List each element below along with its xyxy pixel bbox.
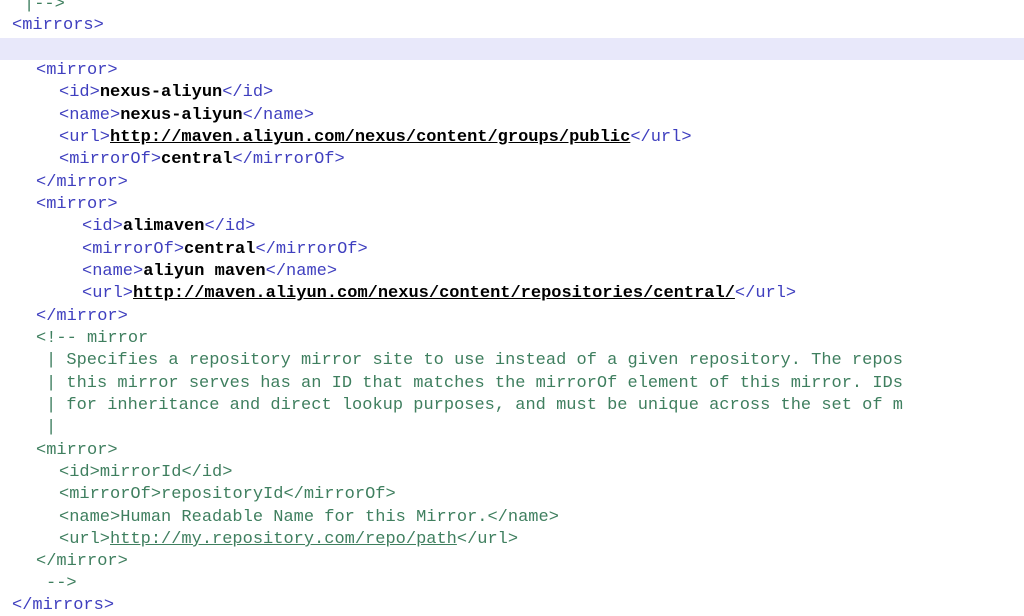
code-line: | Specifies a repository mirror site to … (0, 350, 1024, 372)
xml-tag-open: <url> (82, 284, 134, 303)
comment-text: <mirror> (36, 441, 118, 460)
code-line: | for inheritance and direct lookup purp… (0, 395, 1024, 417)
comment-text: <name> (59, 508, 121, 527)
url-link[interactable]: http://maven.aliyun.com/nexus/content/gr… (110, 128, 630, 147)
code-line: <mirrorOf>central</mirrorOf> (0, 239, 1024, 261)
xml-value: alimaven (122, 217, 205, 236)
xml-tag-close: </url> (734, 284, 797, 303)
xml-tag-open: <mirror> (36, 195, 118, 214)
code-line: <id>mirrorId</id> (0, 462, 1024, 484)
code-line: <mirror> (0, 440, 1024, 462)
xml-value: nexus-aliyun (99, 83, 223, 102)
code-line: <id>alimaven</id> (0, 216, 1024, 238)
code-line: <name>nexus-aliyun</name> (0, 105, 1024, 127)
comment-text: |--> (24, 0, 65, 14)
code-line: <id>nexus-aliyun</id> (0, 82, 1024, 104)
xml-value: aliyun maven (143, 262, 266, 281)
xml-tag-close: </mirror> (36, 173, 128, 192)
xml-tag-close: </name> (265, 262, 338, 281)
code-line: <!-- mirror (0, 328, 1024, 350)
comment-text: Human Readable Name for this Mirror. (120, 508, 488, 527)
comment-text: <mirrorOf> (59, 485, 162, 504)
current-line-highlight[interactable] (0, 38, 1024, 60)
xml-tag-close: </id> (222, 83, 274, 102)
code-line: | this mirror serves has an ID that matc… (0, 373, 1024, 395)
code-line: <mirrorOf>repositoryId</mirrorOf> (0, 484, 1024, 506)
comment-text: </mirrorOf> (283, 485, 396, 504)
code-line: <url>http://maven.aliyun.com/nexus/conte… (0, 127, 1024, 149)
xml-tag-open: <name> (82, 262, 144, 281)
xml-value: central (184, 240, 256, 259)
xml-value: central (161, 150, 233, 169)
code-line: <mirror> (0, 60, 1024, 82)
code-line: </mirror> (0, 306, 1024, 328)
xml-tag-close: </url> (630, 128, 692, 147)
comment-text: <id> (59, 463, 100, 482)
xml-tag-close: </mirror> (36, 307, 128, 326)
comment-text: | Specifies a repository mirror site to … (46, 351, 903, 370)
code-line: <url>http://maven.aliyun.com/nexus/conte… (0, 283, 1024, 305)
comment-text: <!-- mirror (36, 329, 149, 348)
url-link[interactable]: http://maven.aliyun.com/nexus/content/re… (133, 284, 735, 303)
code-line: <name>Human Readable Name for this Mirro… (0, 507, 1024, 529)
xml-tag-open: <mirrorOf> (59, 150, 162, 169)
code-line: <mirrorOf>central</mirrorOf> (0, 149, 1024, 171)
xml-code-editor[interactable]: |--> <mirrors> <mirror> <id>nexus-aliyun… (0, 0, 1024, 616)
xml-tag-open: <mirrorOf> (82, 240, 185, 259)
comment-text: | (46, 418, 57, 437)
xml-tag-close: </name> (242, 106, 315, 125)
xml-value: nexus-aliyun (120, 106, 243, 125)
code-line: </mirror> (0, 551, 1024, 573)
xml-tag-close: </mirrorOf> (232, 150, 345, 169)
xml-tag-close: </mirrors> (12, 596, 115, 615)
code-line: <url>http://my.repository.com/repo/path<… (0, 529, 1024, 551)
code-line: </mirror> (0, 172, 1024, 194)
code-line: <mirrors> (0, 15, 1024, 37)
comment-text: | this mirror serves has an ID that matc… (46, 374, 903, 393)
comment-text: --> (46, 574, 77, 593)
comment-text[interactable]: http://my.repository.com/repo/path (110, 530, 457, 549)
comment-text: | for inheritance and direct lookup purp… (46, 396, 903, 415)
comment-text: </id> (181, 463, 233, 482)
comment-text: </url> (456, 530, 519, 549)
xml-tag-open: <id> (59, 83, 100, 102)
code-line: |--> (0, 0, 1024, 16)
comment-text: </mirror> (36, 552, 128, 571)
code-line: </mirrors> (0, 595, 1024, 616)
code-line: --> (0, 573, 1024, 595)
code-line: | (0, 417, 1024, 439)
comment-text: </name> (487, 508, 559, 527)
xml-tag-open: <mirrors> (12, 16, 104, 35)
comment-text: repositoryId (161, 485, 284, 504)
xml-tag-close: </mirrorOf> (255, 240, 368, 259)
comment-text: mirrorId (99, 463, 182, 482)
xml-tag-open: <id> (82, 217, 123, 236)
xml-tag-open: <mirror> (36, 61, 118, 80)
comment-text: <url> (59, 530, 111, 549)
xml-tag-open: <name> (59, 106, 121, 125)
xml-tag-close: </id> (204, 217, 256, 236)
code-line: <name>aliyun maven</name> (0, 261, 1024, 283)
xml-tag-open: <url> (59, 128, 111, 147)
code-line: <mirror> (0, 194, 1024, 216)
